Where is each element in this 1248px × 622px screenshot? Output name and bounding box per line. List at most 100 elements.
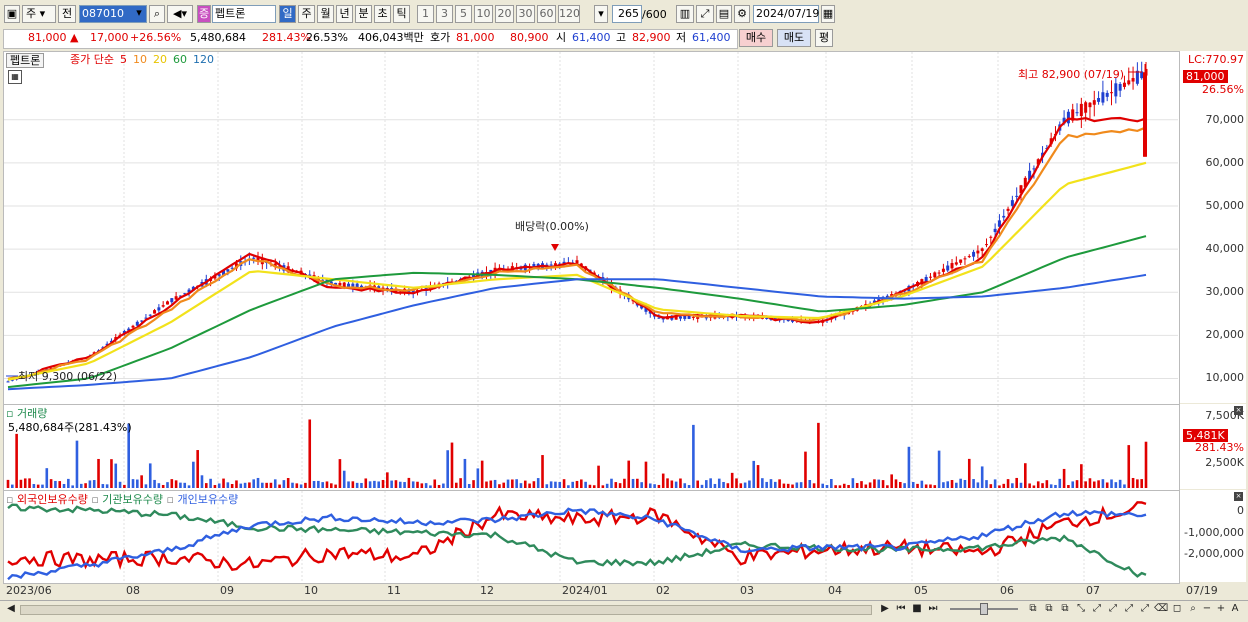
table-icon[interactable]: ▦ xyxy=(8,70,22,84)
volume-bar xyxy=(476,468,480,488)
volume-bar xyxy=(993,479,997,488)
last-page-icon[interactable]: ⏭ xyxy=(926,602,940,616)
volume-bar xyxy=(433,479,437,488)
volume-bar xyxy=(623,478,626,488)
scroll-left-icon[interactable]: ◀ xyxy=(4,602,18,616)
volume-bar xyxy=(286,478,290,488)
candle-body xyxy=(157,307,161,311)
tool-line3-icon[interactable]: ⤢ xyxy=(1122,602,1136,616)
volume-bar xyxy=(463,458,467,488)
volume-bar xyxy=(1067,485,1070,488)
candle-body xyxy=(967,256,971,258)
tool-line2-icon[interactable]: ⤢ xyxy=(1106,602,1120,616)
volume-bar xyxy=(705,480,708,488)
volume-bar xyxy=(183,482,187,488)
volume-bar xyxy=(390,480,393,488)
x-tick: 2023/06 xyxy=(6,584,52,597)
volume-bar xyxy=(998,485,1001,488)
volume-bar xyxy=(312,480,316,488)
volume-bar xyxy=(342,470,346,488)
volume-bar xyxy=(549,481,553,488)
volume-bar xyxy=(472,480,475,488)
scroll-right-icon[interactable]: ▶ xyxy=(878,602,892,616)
stop-icon[interactable]: ■ xyxy=(910,602,924,616)
volume-bar xyxy=(929,484,932,488)
ma-legend-5: 5 xyxy=(119,53,127,66)
volume-bar xyxy=(45,468,49,488)
volume-bar xyxy=(235,480,238,488)
volume-bar xyxy=(821,483,825,488)
volume-bar xyxy=(670,480,674,488)
x-tick: 03 xyxy=(740,584,754,597)
volume-bar xyxy=(864,484,868,488)
volume-close-icon[interactable]: × xyxy=(1234,406,1243,415)
ma-legend-10: 10 xyxy=(132,53,147,66)
x-tick: 10 xyxy=(304,584,318,597)
magnifier-icon[interactable]: ⌕ xyxy=(1186,602,1200,616)
volume-bar xyxy=(1002,483,1006,488)
candle-body xyxy=(153,310,157,314)
volume-bar xyxy=(791,484,794,488)
volume-bar xyxy=(601,485,605,488)
volume-bar xyxy=(88,480,92,488)
volume-bar xyxy=(261,482,264,488)
font-size-icon[interactable]: A xyxy=(1228,602,1242,616)
investor-close-icon[interactable]: × xyxy=(1234,492,1243,501)
scrollbar-track[interactable] xyxy=(20,605,872,615)
investor-line-0 xyxy=(7,501,1147,572)
volume-bar xyxy=(739,483,743,488)
candle-body xyxy=(131,325,135,328)
volume-bar xyxy=(532,481,536,488)
tool-erase-icon[interactable]: ⌫ xyxy=(1154,602,1168,616)
tool-line1-icon[interactable]: ⤢ xyxy=(1090,602,1104,616)
volume-bar xyxy=(588,484,592,488)
pct-tag: 26.56% xyxy=(1202,83,1244,96)
volume-pct-tag: 281.43% xyxy=(1195,441,1244,454)
zoom-slider-handle[interactable] xyxy=(980,603,988,615)
candle-body xyxy=(933,272,937,278)
volume-bar xyxy=(743,482,747,488)
layout2-icon[interactable]: ⧉ xyxy=(1042,602,1056,616)
volume-bar xyxy=(200,475,204,488)
volume-bar xyxy=(911,482,915,488)
layout3-icon[interactable]: ⧉ xyxy=(1058,602,1072,616)
volume-bar xyxy=(773,481,777,488)
volume-bar xyxy=(49,479,53,488)
tool-shape-icon[interactable]: ◻ xyxy=(1170,602,1184,616)
volume-bar xyxy=(269,482,273,488)
volume-bar xyxy=(511,479,514,488)
volume-bar xyxy=(1071,481,1075,488)
candle-body xyxy=(1101,92,1105,103)
price-tick: 30,000 xyxy=(1205,285,1245,299)
volume-bar xyxy=(1101,479,1105,488)
candle-body xyxy=(342,282,346,287)
volume-bar xyxy=(157,483,161,488)
volume-bar xyxy=(506,479,510,488)
chart-canvas[interactable] xyxy=(0,0,1248,621)
candle-body xyxy=(6,381,10,383)
tab-stock[interactable]: 펩트론 xyxy=(6,53,45,68)
volume-bar xyxy=(6,479,10,488)
candle-body xyxy=(937,272,941,274)
ma-line-10 xyxy=(7,126,1147,380)
candle-body xyxy=(989,236,993,238)
volume-bar xyxy=(54,480,57,488)
volume-bar xyxy=(325,481,329,488)
zoom-out-icon[interactable]: − xyxy=(1200,602,1214,616)
candle-body xyxy=(1002,215,1006,218)
candle-body xyxy=(1127,80,1131,85)
ma-legend-60: 60 xyxy=(172,53,187,66)
volume-bar xyxy=(32,484,36,488)
zoom-in-icon[interactable]: + xyxy=(1214,602,1228,616)
volume-bar xyxy=(937,450,941,488)
tool-line4-icon[interactable]: ⤢ xyxy=(1138,602,1152,616)
candle-body xyxy=(549,264,553,266)
volume-bar xyxy=(502,482,506,488)
volume-bar xyxy=(640,482,643,488)
volume-bar xyxy=(748,480,751,488)
tool-cursor-icon[interactable]: ⤡ xyxy=(1074,602,1088,616)
candle-body xyxy=(1079,103,1083,117)
layout1-icon[interactable]: ⧉ xyxy=(1026,602,1040,616)
first-page-icon[interactable]: ⏮ xyxy=(894,602,908,616)
candle-body xyxy=(678,316,682,319)
